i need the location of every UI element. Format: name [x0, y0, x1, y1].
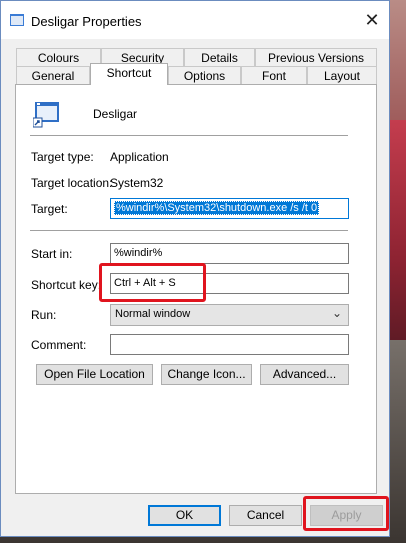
apply-button-highlight [303, 496, 389, 531]
target-location-label: Target location: [31, 176, 113, 190]
run-selected-value: Normal window [115, 308, 191, 320]
start-in-label: Start in: [31, 247, 73, 261]
window-icon [10, 14, 24, 26]
shortcut-key-highlight [99, 263, 206, 302]
tab-details[interactable]: Details [184, 48, 255, 67]
divider [30, 135, 348, 136]
application-icon [33, 102, 59, 128]
window-title: Desligar Properties [31, 14, 142, 29]
cancel-button[interactable]: Cancel [229, 505, 302, 526]
tab-options[interactable]: Options [168, 66, 241, 85]
tab-previous-versions[interactable]: Previous Versions [255, 48, 377, 67]
run-label: Run: [31, 308, 57, 322]
chevron-down-icon: ⌄ [331, 306, 342, 320]
target-type-value: Application [110, 150, 169, 164]
run-dropdown[interactable]: Normal window ⌄ [110, 304, 349, 326]
target-label: Target: [31, 202, 68, 216]
shortcut-key-label: Shortcut key: [31, 278, 102, 292]
target-type-label: Target type: [31, 150, 94, 164]
shortcut-name: Desligar [93, 107, 138, 121]
tab-colours[interactable]: Colours [16, 48, 101, 67]
tab-general[interactable]: General [16, 66, 90, 85]
target-location-value: System32 [110, 176, 164, 190]
tab-shortcut[interactable]: Shortcut [90, 63, 168, 85]
title-bar[interactable]: Desligar Properties ✕ [1, 1, 389, 39]
tab-layout[interactable]: Layout [307, 66, 377, 85]
target-value: %windir%\System32\shutdown.exe /s /t 0 [114, 201, 320, 215]
change-icon-button[interactable]: Change Icon... [161, 364, 252, 385]
target-input[interactable]: %windir%\System32\shutdown.exe /s /t 0 [110, 198, 349, 219]
divider [30, 230, 348, 231]
comment-input[interactable] [110, 334, 349, 355]
tab-font[interactable]: Font [241, 66, 307, 85]
comment-label: Comment: [31, 338, 87, 352]
ok-button[interactable]: OK [148, 505, 221, 526]
open-file-location-button[interactable]: Open File Location [36, 364, 153, 385]
start-in-input[interactable]: %windir% [110, 243, 349, 264]
close-icon[interactable]: ✕ [361, 9, 383, 31]
advanced-button[interactable]: Advanced... [260, 364, 349, 385]
